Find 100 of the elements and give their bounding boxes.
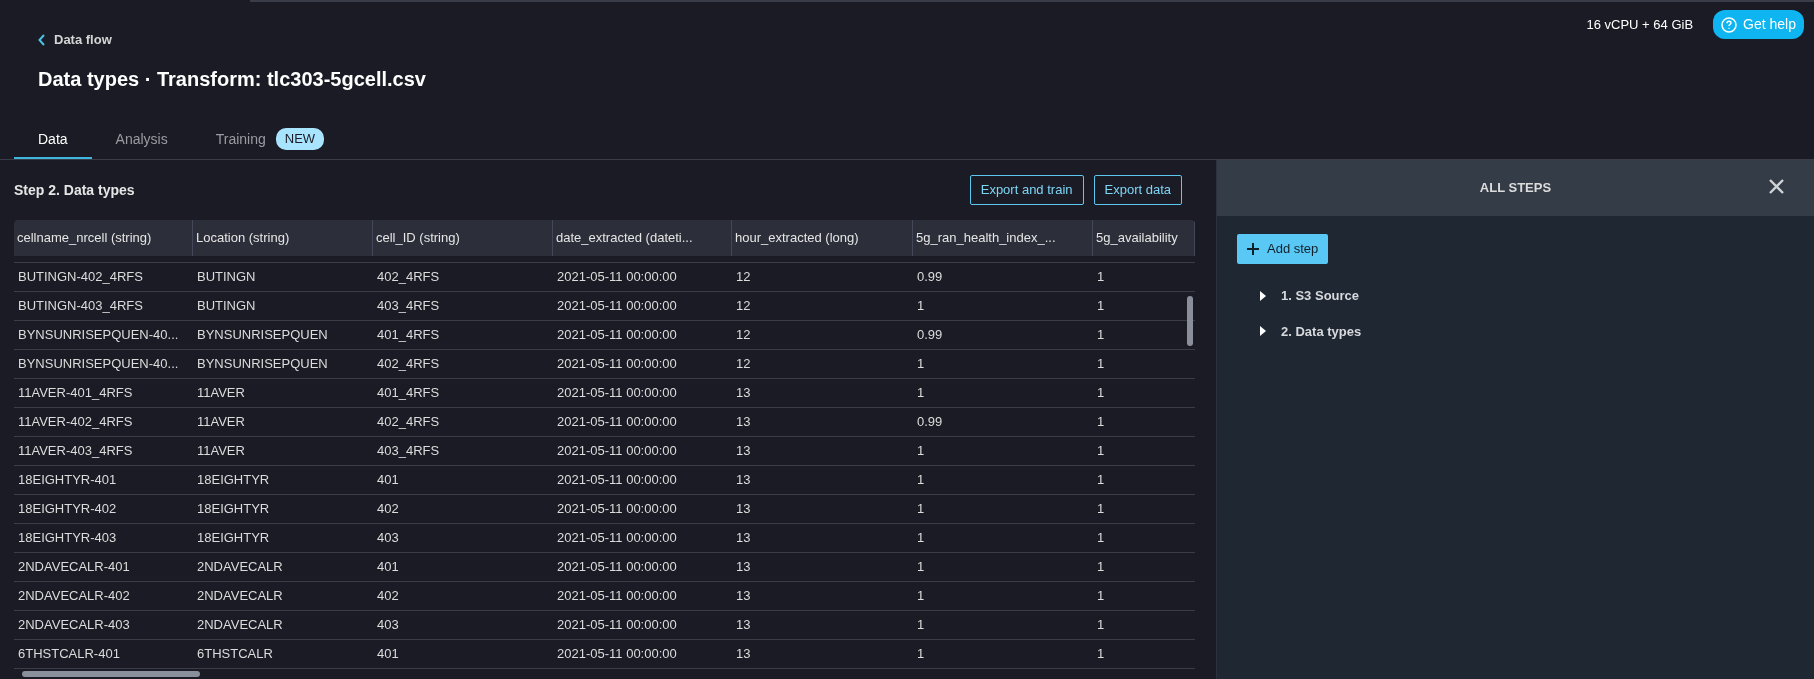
table-cell-text: 18EIGHTYR [196,471,271,490]
table-cell-text: 13 [735,616,752,635]
horizontal-scrollbar[interactable] [22,671,200,677]
new-badge: NEW [275,128,325,150]
plus-icon [1247,243,1259,255]
tab[interactable]: Data [14,121,92,159]
table-cell-text: 13 [735,587,752,606]
column-header[interactable]: 5g_availability [1093,220,1195,256]
column-header[interactable]: cellname_nrcell (string) [14,220,193,256]
table-cell-text: 12 [735,355,752,374]
table-cell-text: 403 [376,616,400,635]
table-cell-text: 1 [916,442,926,461]
column-header[interactable]: Location (string) [193,220,373,256]
table-cell-text: 401 [376,471,400,490]
table-cell-text: 401_4RFS [376,384,441,403]
table-cell-text: 2021-05-11 00:00:00 [556,587,678,606]
table-cell-text: 402_4RFS [376,355,441,374]
table-cell-text: 2021-05-11 00:00:00 [556,355,678,374]
tab[interactable]: Training NEW [191,121,349,159]
instance-type: 16 vCPU + 64 GiB [1586,15,1694,34]
step-title: Step 2. Data types [14,180,135,200]
export-button[interactable]: Export and train [969,175,1084,205]
table-cell-text: 402_4RFS [376,413,441,432]
table-cell-text: 2021-05-11 00:00:00 [556,529,678,548]
table-cell-text: 6THSTCALR-401 [17,645,121,664]
table-cell-text: 13 [735,500,752,519]
table-cell-text: 2021-05-11 00:00:00 [556,616,678,635]
table-cell-text: 2021-05-11 00:00:00 [556,268,678,287]
table-cell-text: 2NDAVECALR [196,587,284,606]
table-cell-text: 1 [916,587,926,606]
table-cell-text: 2NDAVECALR-402 [17,587,131,606]
table-cell-text: 2NDAVECALR-403 [17,616,131,635]
table-cell-text: 1 [1096,297,1106,316]
table-cell-text: BYNSUNRISEPQUEN [196,326,329,345]
table-cell-text: 13 [735,645,752,664]
table-cell-text: 401 [376,645,400,664]
table-cell-text: 1 [1096,384,1106,403]
panel-title: ALL STEPS [1479,179,1552,198]
vertical-scrollbar[interactable] [1187,296,1193,346]
table-cell-text: 1 [916,384,926,403]
table-cell-text: 1 [1096,326,1106,345]
table-cell-text: 1 [1096,616,1106,635]
table-cell-text: 2021-05-11 00:00:00 [556,326,678,345]
table-cell-text: 2021-05-11 00:00:00 [556,442,678,461]
column-header[interactable]: 5g_ran_health_index_... [913,220,1093,256]
add-step-button[interactable]: Add step [1237,234,1329,264]
step-item[interactable]: 1. S3 Source [1259,286,1360,306]
table-cell-text: 11AVER-402_4RFS [17,413,134,432]
close-icon [1768,178,1784,194]
table-cell-text: 402 [376,500,400,519]
table-cell-text: 1 [1096,268,1106,287]
table-cell-text: 1 [916,529,926,548]
table-cell-text: 1 [916,471,926,490]
table-cell-text: 403_4RFS [376,297,441,316]
table-cell-text: 1 [1096,587,1106,606]
close-button[interactable] [1766,176,1786,196]
table-cell-text: 1 [1096,500,1106,519]
table-cell-text: 1 [1096,645,1106,664]
tab[interactable]: Analysis [91,121,192,159]
table-cell-text: 13 [735,558,752,577]
table-cell-text: 1 [916,500,926,519]
export-button[interactable]: Export data [1093,175,1182,205]
table-cell-text: BUTINGN-402_4RFS [17,268,144,287]
table-cell-text: 13 [735,384,752,403]
table-cell-text: 0.99 [916,413,944,432]
chevron-left-icon [38,33,46,46]
back-link[interactable]: Data flow [38,30,112,50]
table-cell-text: 2021-05-11 00:00:00 [556,558,678,577]
table-cell-text: 1 [1096,442,1106,461]
table-cell-text: 18EIGHTYR [196,500,271,519]
table-cell-text: 2NDAVECALR-401 [17,558,131,577]
table-cell-text: 18EIGHTYR-403 [17,529,118,548]
table-cell-text: 2NDAVECALR [196,616,284,635]
table-cell-text: 401 [376,558,400,577]
table-cell-text: 1 [1096,558,1106,577]
column-header[interactable]: date_extracted (dateti... [553,220,732,256]
table-cell-text: 2021-05-11 00:00:00 [556,297,678,316]
table-cell-text: 18EIGHTYR [196,529,271,548]
table-cell-text: 2021-05-11 00:00:00 [556,500,678,519]
table-cell-text: 1 [916,616,926,635]
table-cell-text: 2021-05-11 00:00:00 [556,413,678,432]
table-cell-text: 13 [735,442,752,461]
column-header[interactable]: hour_extracted (long) [732,220,913,256]
question-icon [1721,16,1738,33]
table-cell-text: 1 [1096,471,1106,490]
table-cell-text: BYNSUNRISEPQUEN-40... [17,326,180,345]
table-cell-text: 402_4RFS [376,268,441,287]
table-cell-text: 1 [1096,355,1106,374]
table-cell-text: 6THSTCALR [196,645,274,664]
table-cell-text: 1 [916,558,926,577]
table-cell-text: 2NDAVECALR [196,558,284,577]
table-cell-text: 13 [735,471,752,490]
table-cell-text: 0.99 [916,326,944,345]
page-title: Data types · Transform: tlc303-5gcell.csv [38,66,426,92]
table-cell-text: BUTINGN-403_4RFS [17,297,144,316]
table-cell-text: 0.99 [916,268,944,287]
step-item[interactable]: 2. Data types [1259,321,1362,341]
column-header[interactable]: cell_ID (string) [373,220,553,256]
table-cell-text: 2021-05-11 00:00:00 [556,384,678,403]
table-cell-text: 401_4RFS [376,326,441,345]
